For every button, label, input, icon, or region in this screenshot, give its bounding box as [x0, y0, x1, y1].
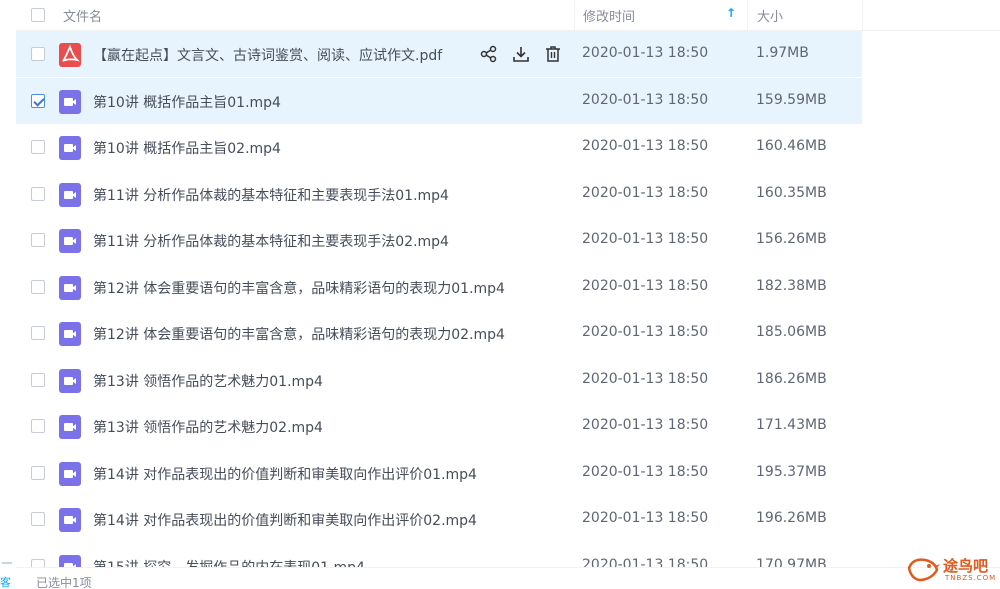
table-header: 文件名 修改时间 ↑ 大小 [16, 0, 1000, 31]
table-row[interactable]: 第11讲 分析作品体裁的基本特征和主要表现手法02.mp4 2020-01-13 … [16, 217, 862, 263]
table-row[interactable]: 第10讲 概括作品主旨02.mp4 2020-01-13 18:50 160.46M… [16, 124, 862, 170]
table-row[interactable]: 第15讲 探究，发掘作品的内在表现01.mp4 2020-01-13 18:50 1… [16, 543, 862, 568]
table-row[interactable]: 第10讲 概括作品主旨01.mp4 2020-01-13 18:50 159.59M… [16, 77, 862, 124]
file-size: 170.97MB [756, 556, 827, 568]
file-modified-time: 2020-01-13 18:50 [582, 556, 709, 568]
file-name[interactable]: 第11讲 分析作品体裁的基本特征和主要表现手法01.mp4 [93, 185, 449, 205]
file-modified-time: 2020-01-13 18:50 [582, 138, 709, 154]
row-checkbox[interactable] [31, 140, 45, 154]
file-modified-time: 2020-01-13 18:50 [582, 417, 709, 433]
row-checkbox[interactable] [31, 419, 45, 433]
sort-ascending-icon[interactable]: ↑ [726, 6, 736, 20]
file-size: 185.06MB [756, 324, 827, 340]
video-icon [59, 554, 81, 567]
file-name[interactable]: 第10讲 概括作品主旨02.mp4 [93, 138, 281, 158]
table-row[interactable]: 第13讲 领悟作品的艺术魅力02.mp4 2020-01-13 18:50 171.… [16, 403, 862, 449]
file-size: 159.59MB [756, 91, 827, 108]
video-icon [59, 275, 81, 300]
column-divider [574, 0, 575, 31]
watermark-text: 途鸟吧 [943, 557, 989, 575]
row-checkbox[interactable] [31, 465, 45, 480]
file-size: 196.26MB [756, 510, 827, 526]
row-checkbox[interactable] [31, 372, 45, 387]
file-name[interactable]: 第15讲 探究，发掘作品的内在表现01.mp4 [93, 557, 365, 568]
video-icon [59, 461, 81, 486]
table-row[interactable]: 第12讲 体会重要语句的丰富含意，品味精彩语句的表现力01.mp4 2020-01… [16, 264, 862, 310]
column-header-size[interactable]: 大小 [757, 6, 783, 25]
file-name[interactable]: 第12讲 体会重要语句的丰富含意，品味精彩语句的表现力01.mp4 [93, 278, 505, 298]
file-name[interactable]: 【赢在起点】文言文、古诗词鉴赏、阅读、应试作文.pdf [93, 45, 442, 65]
row-checkbox[interactable] [31, 47, 45, 61]
pdf-icon [59, 43, 81, 67]
file-name[interactable]: 第12讲 体会重要语句的丰富含意，品味精彩语句的表现力02.mp4 [93, 324, 505, 344]
bird-logo-icon [907, 558, 940, 582]
row-checkbox[interactable] [31, 558, 45, 567]
rail-divider [2, 556, 12, 564]
download-icon[interactable] [511, 44, 531, 64]
share-icon[interactable] [479, 44, 499, 64]
file-name[interactable]: 第10讲 概括作品主旨01.mp4 [93, 92, 281, 112]
video-icon [59, 182, 81, 207]
video-icon [59, 136, 81, 160]
row-checkbox[interactable] [31, 279, 45, 294]
row-checkbox[interactable] [31, 186, 45, 201]
file-modified-time: 2020-01-13 18:50 [582, 510, 709, 526]
file-size: 195.37MB [756, 463, 827, 480]
watermark-subtext: TNBZS.COM [945, 574, 997, 582]
file-name[interactable]: 第14讲 对作品表现出的价值判断和审美取向作出评价01.mp4 [93, 464, 477, 484]
file-size: 186.26MB [756, 370, 827, 387]
file-size: 160.35MB [756, 184, 827, 201]
file-modified-time: 2020-01-13 18:50 [582, 231, 709, 247]
video-icon [59, 415, 81, 439]
column-header-time[interactable]: 修改时间 [583, 6, 635, 25]
video-icon [59, 89, 81, 114]
video-icon [59, 368, 81, 393]
file-size: 171.43MB [756, 417, 827, 433]
file-modified-time: 2020-01-13 18:50 [582, 45, 709, 61]
video-icon [59, 322, 81, 346]
row-checkbox[interactable] [31, 93, 45, 108]
file-name[interactable]: 第13讲 领悟作品的艺术魅力01.mp4 [93, 371, 323, 391]
file-name[interactable]: 第13讲 领悟作品的艺术魅力02.mp4 [93, 417, 323, 437]
status-bar: 已选中1项 [16, 567, 1000, 589]
file-size: 182.38MB [756, 277, 827, 294]
file-table: 文件名 修改时间 ↑ 大小 【赢在起点】文言文、古诗词鉴赏、阅读、应试作文.pd… [16, 0, 1000, 567]
delete-icon[interactable] [543, 44, 563, 64]
file-modified-time: 2020-01-13 18:50 [582, 184, 709, 201]
column-header-name[interactable]: 文件名 [63, 6, 102, 25]
file-size: 1.97MB [756, 45, 809, 61]
rail-label[interactable]: 客 [0, 574, 11, 589]
select-all-checkbox[interactable] [31, 8, 45, 22]
file-name[interactable]: 第11讲 分析作品体裁的基本特征和主要表现手法02.mp4 [93, 231, 449, 251]
file-modified-time: 2020-01-13 18:50 [582, 91, 709, 108]
left-rail: 客 [0, 0, 16, 589]
table-row[interactable]: 第12讲 体会重要语句的丰富含意，品味精彩语句的表现力02.mp4 2020-01… [16, 310, 862, 356]
table-row[interactable]: 第11讲 分析作品体裁的基本特征和主要表现手法01.mp4 2020-01-13 … [16, 171, 862, 217]
file-name[interactable]: 第14讲 对作品表现出的价值判断和审美取向作出评价02.mp4 [93, 510, 477, 530]
file-modified-time: 2020-01-13 18:50 [582, 277, 709, 294]
file-size: 156.26MB [756, 231, 827, 247]
column-divider [747, 0, 748, 31]
column-divider [862, 0, 863, 31]
row-checkbox[interactable] [31, 512, 45, 526]
watermark-logo: 途鸟吧 TNBZS.COM [905, 552, 997, 586]
file-modified-time: 2020-01-13 18:50 [582, 324, 709, 340]
table-row[interactable]: 第14讲 对作品表现出的价值判断和审美取向作出评价01.mp4 2020-01-1… [16, 450, 862, 496]
table-row[interactable]: 第14讲 对作品表现出的价值判断和审美取向作出评价02.mp4 2020-01-1… [16, 496, 862, 542]
video-icon [59, 508, 81, 532]
table-row[interactable]: 【赢在起点】文言文、古诗词鉴赏、阅读、应试作文.pdf 2020-01-13 18… [16, 31, 862, 77]
video-icon [59, 229, 81, 253]
selection-status: 已选中1项 [36, 576, 92, 589]
file-modified-time: 2020-01-13 18:50 [582, 370, 709, 387]
row-checkbox[interactable] [31, 326, 45, 340]
table-row[interactable]: 第13讲 领悟作品的艺术魅力01.mp4 2020-01-13 18:50 186.… [16, 357, 862, 403]
file-modified-time: 2020-01-13 18:50 [582, 463, 709, 480]
file-size: 160.46MB [756, 138, 827, 154]
row-checkbox[interactable] [31, 233, 45, 247]
